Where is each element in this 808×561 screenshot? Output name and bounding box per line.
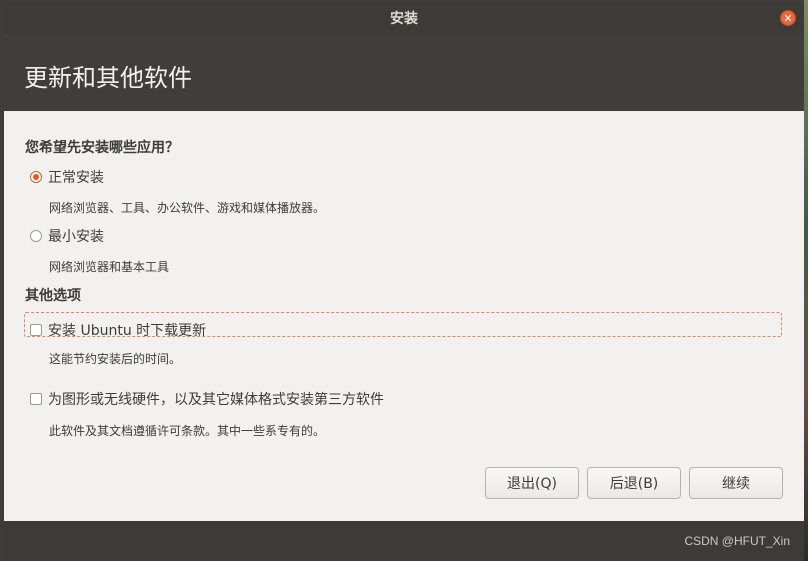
third-party-software-description: 此软件及其文档遵循许可条款。其中一些系专有的。 bbox=[49, 424, 326, 438]
other-options-title: 其他选项 bbox=[25, 288, 81, 304]
watermark-text: CSDN @HFUT_Xin bbox=[684, 534, 790, 548]
download-updates-description: 这能节约安装后的时间。 bbox=[49, 352, 182, 366]
footer-bar: CSDN @HFUT_Xin bbox=[4, 521, 804, 561]
content-area: 您希望先安装哪些应用？ 正常安装 网络浏览器、工具、办公软件、游戏和媒体播放器。… bbox=[4, 111, 804, 521]
close-button[interactable]: ✕ bbox=[780, 10, 796, 26]
install-type-question: 您希望先安装哪些应用？ bbox=[25, 140, 179, 156]
radio-normal-install-label: 正常安装 bbox=[48, 170, 104, 186]
quit-button[interactable]: 退出(Q) bbox=[485, 467, 579, 499]
minimal-install-description: 网络浏览器和基本工具 bbox=[49, 260, 170, 274]
background-strip bbox=[804, 0, 808, 561]
checkbox[interactable] bbox=[30, 393, 42, 405]
continue-button[interactable]: 继续 bbox=[689, 467, 783, 499]
page-header: 更新和其他软件 bbox=[4, 34, 804, 111]
back-button[interactable]: 后退(B) bbox=[587, 467, 681, 499]
radio-minimal-install[interactable]: 最小安装 bbox=[30, 226, 104, 246]
radio-normal-install[interactable]: 正常安装 bbox=[30, 167, 104, 187]
checkbox-third-party-software[interactable]: 为图形或无线硬件，以及其它媒体格式安装第三方软件 bbox=[30, 389, 384, 409]
checkbox-download-updates[interactable]: 安装 Ubuntu 时下载更新 bbox=[30, 320, 206, 340]
close-icon: ✕ bbox=[783, 11, 793, 25]
window-title: 安装 bbox=[390, 11, 418, 27]
radio-button[interactable] bbox=[30, 230, 42, 242]
checkbox[interactable] bbox=[30, 324, 42, 336]
radio-button-checked[interactable] bbox=[30, 171, 42, 183]
installer-window: 安装 ✕ 更新和其他软件 您希望先安装哪些应用？ 正常安装 网络浏览器、工具、办… bbox=[4, 2, 804, 561]
third-party-software-label: 为图形或无线硬件，以及其它媒体格式安装第三方软件 bbox=[48, 392, 384, 408]
radio-minimal-install-label: 最小安装 bbox=[48, 229, 104, 245]
page-title: 更新和其他软件 bbox=[24, 64, 192, 92]
title-bar[interactable]: 安装 ✕ bbox=[4, 2, 804, 34]
normal-install-description: 网络浏览器、工具、办公软件、游戏和媒体播放器。 bbox=[49, 201, 326, 215]
download-updates-label: 安装 Ubuntu 时下载更新 bbox=[48, 323, 207, 339]
